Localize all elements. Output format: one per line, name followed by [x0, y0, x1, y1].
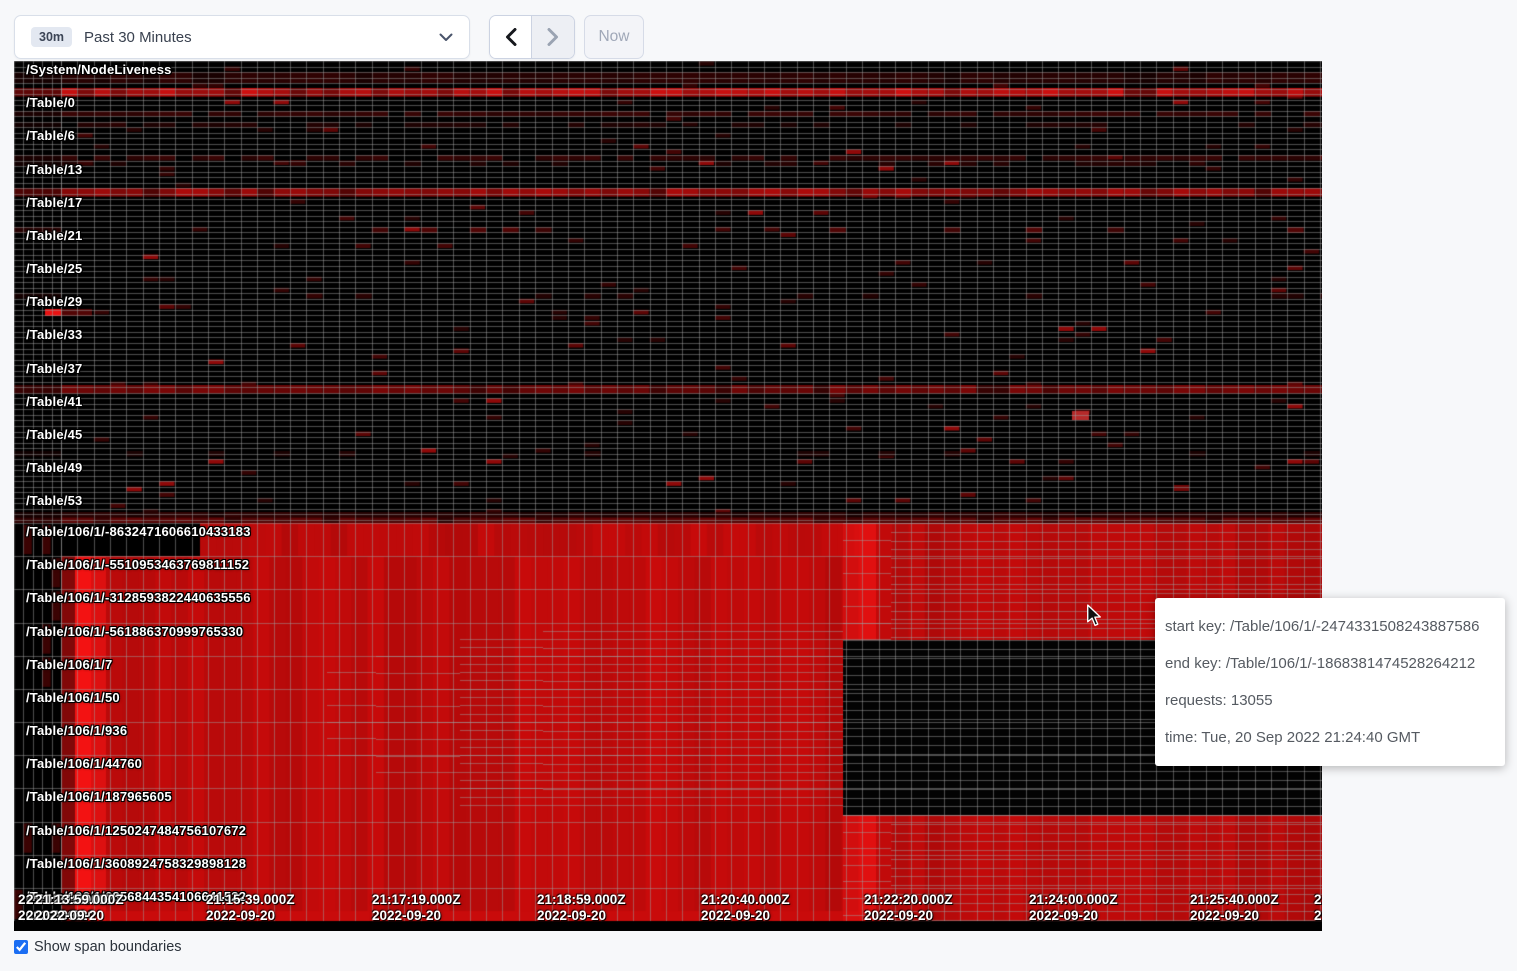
span-boundaries-control: Show span boundaries — [14, 939, 182, 955]
tooltip-time: time: Tue, 20 Sep 2022 21:24:40 GMT — [1165, 719, 1495, 756]
previous-time-button[interactable] — [490, 16, 532, 58]
tooltip-end-key: end key: /Table/106/1/-18683814745282642… — [1165, 645, 1495, 682]
chevron-down-icon — [439, 33, 453, 42]
keyvisualizer-heatmap-canvas[interactable] — [14, 61, 1322, 931]
time-range-badge: 30m — [31, 27, 72, 48]
time-nav-button-group — [489, 15, 575, 59]
time-range-dropdown[interactable]: 30m Past 30 Minutes — [14, 15, 470, 59]
chevron-left-icon — [505, 28, 517, 46]
show-span-boundaries-checkbox[interactable] — [14, 940, 28, 954]
tooltip-start-key: start key: /Table/106/1/-247433150824388… — [1165, 608, 1495, 645]
tooltip-requests: requests: 13055 — [1165, 682, 1495, 719]
key-visualizer: /System/NodeLiveness/Table/0/Table/6/Tab… — [14, 61, 1322, 931]
time-range-label: Past 30 Minutes — [84, 29, 427, 46]
show-span-boundaries-label: Show span boundaries — [34, 939, 182, 955]
now-button[interactable]: Now — [584, 15, 644, 59]
next-time-button[interactable] — [532, 16, 574, 58]
mouse-cursor-icon — [1086, 604, 1102, 627]
chevron-right-icon — [547, 28, 559, 46]
hover-tooltip: start key: /Table/106/1/-247433150824388… — [1155, 598, 1505, 766]
